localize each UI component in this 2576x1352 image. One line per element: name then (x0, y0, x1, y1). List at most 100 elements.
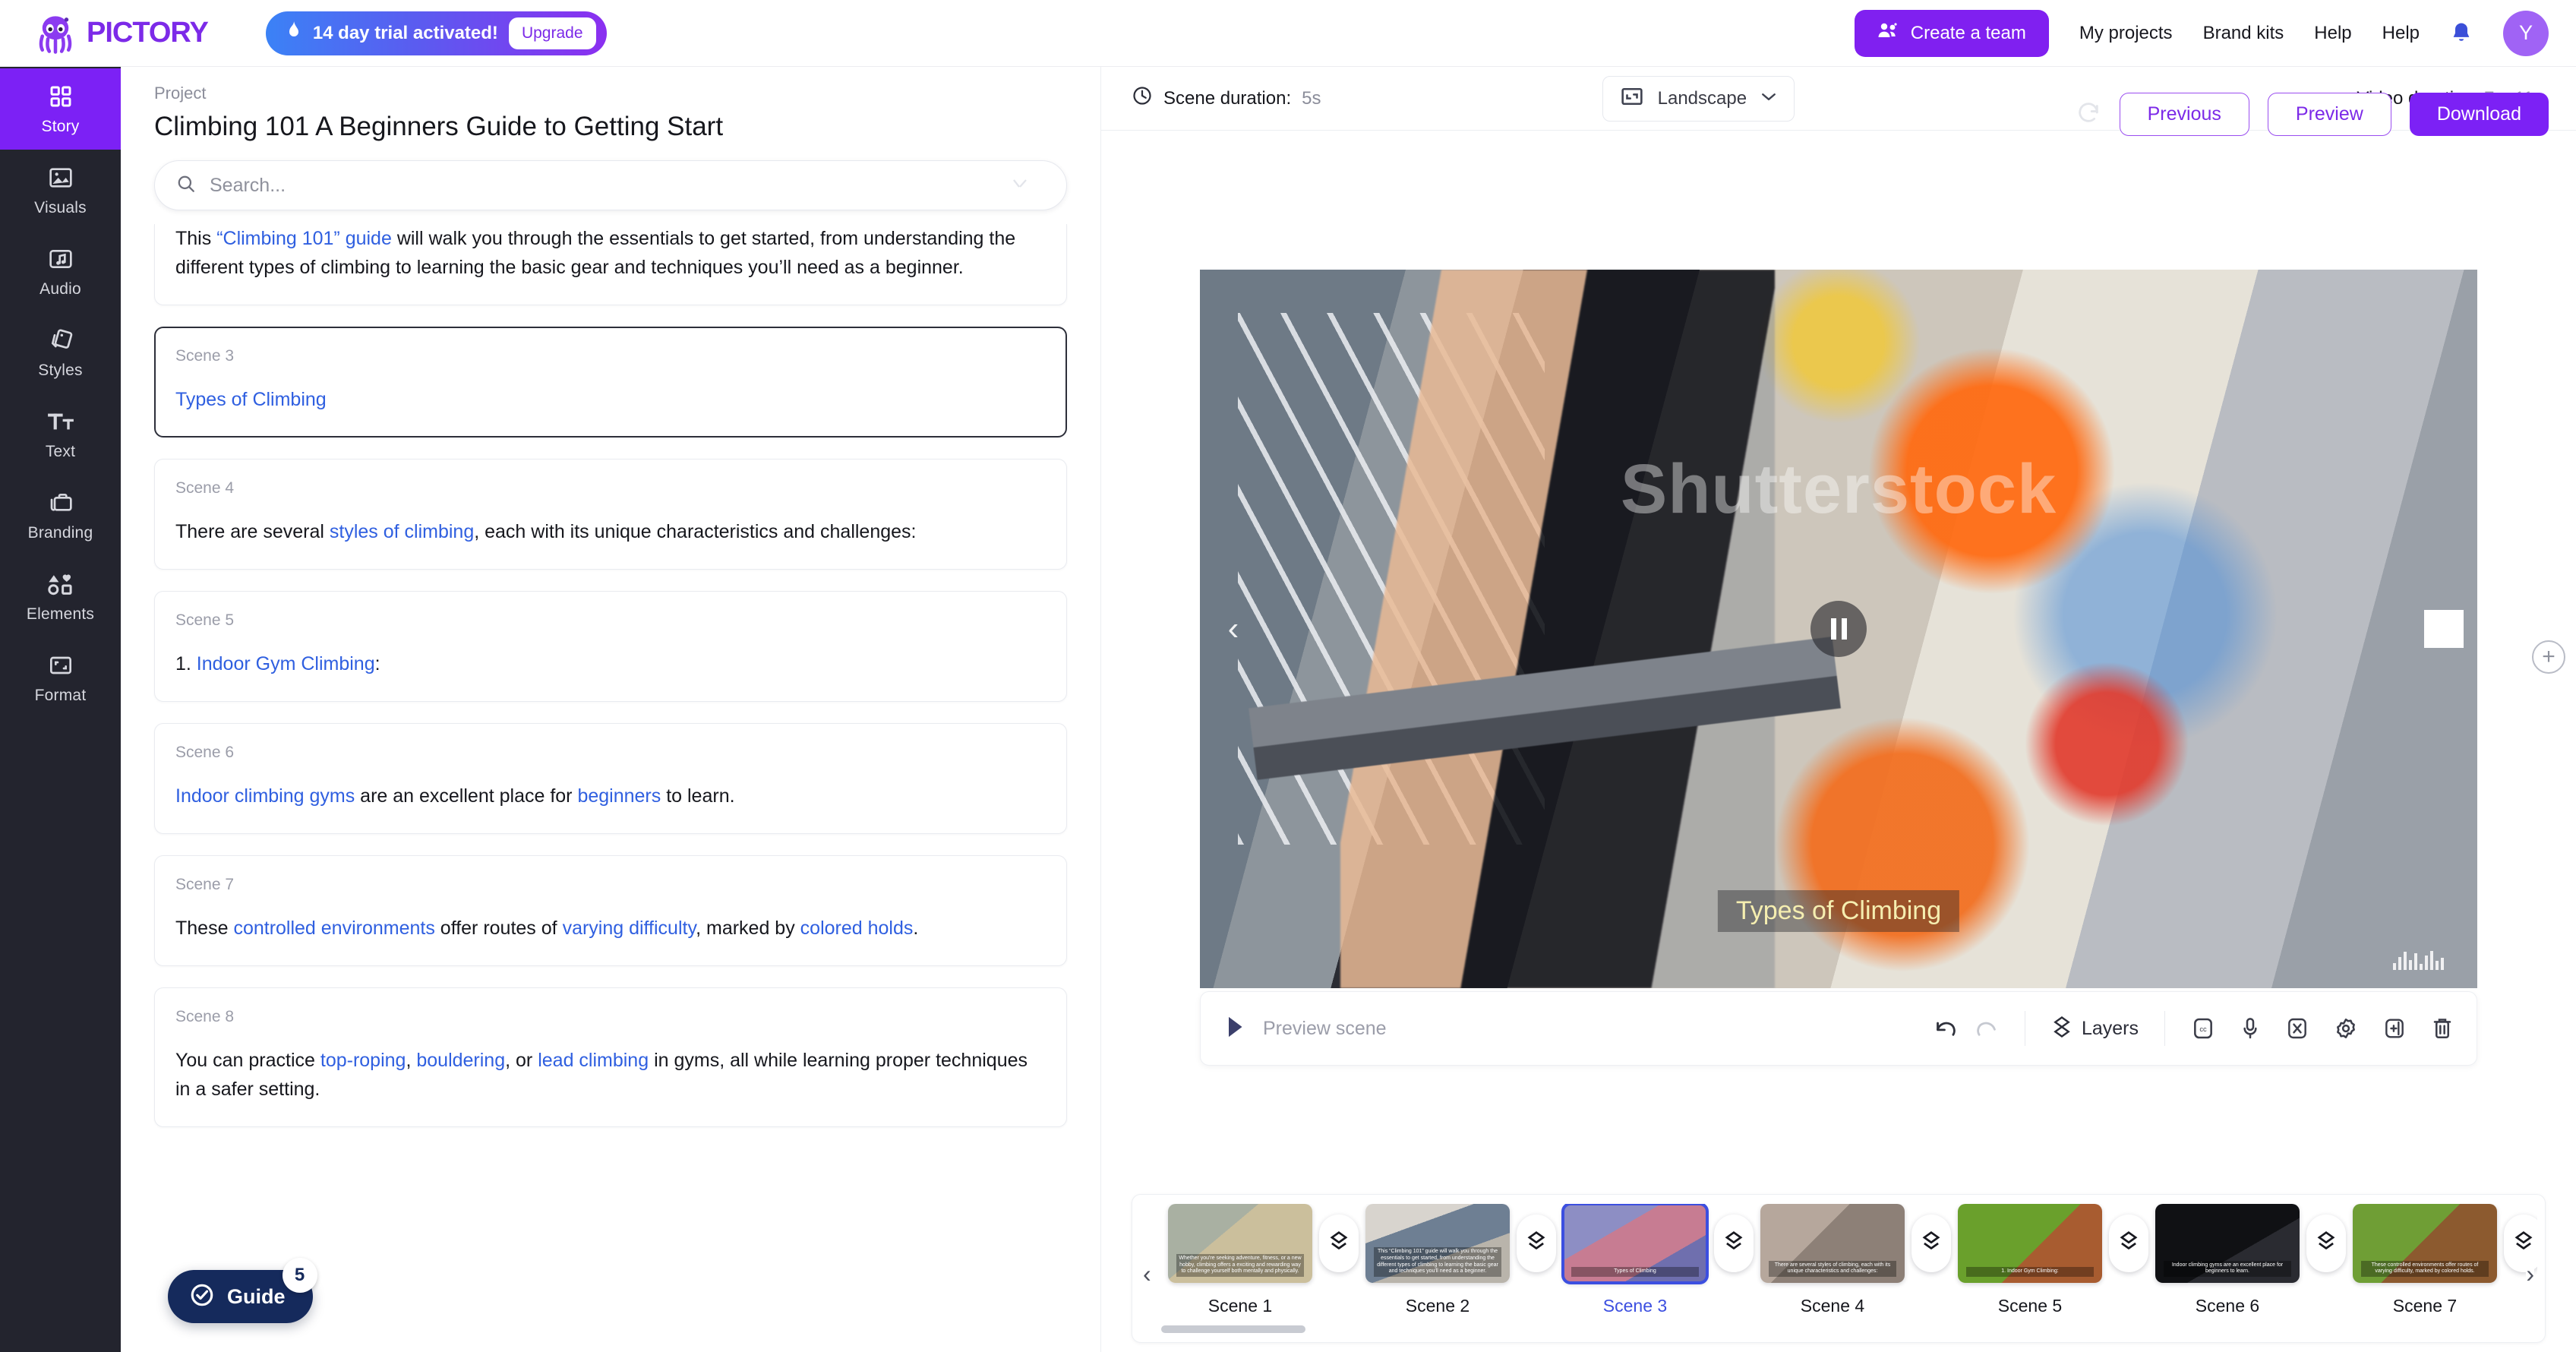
scene-text-highlight: top-roping (320, 1050, 406, 1071)
scene-card[interactable]: Scene 4 There are several styles of clim… (154, 459, 1067, 570)
rail-label-story: Story (41, 118, 80, 135)
undo-icon[interactable] (1934, 1018, 1959, 1039)
split-scene-button[interactable] (1512, 1204, 1561, 1283)
scene-thumbnail[interactable]: Indoor climbing gyms are an excellent pl… (2155, 1204, 2300, 1283)
aspect-ratio-label: Landscape (1657, 87, 1747, 109)
brand-logo[interactable]: PICTORY (33, 11, 209, 55)
scene-list[interactable]: This “Climbing 101” guide will walk you … (121, 224, 1100, 1352)
rail-item-styles[interactable]: Styles (0, 312, 121, 393)
video-preview[interactable]: Shutterstock ‹ › Types of Climbing (1200, 270, 2477, 988)
svg-text:cc: cc (2199, 1025, 2207, 1033)
scene-text-part: . (913, 918, 919, 939)
scene-card[interactable]: Scene 6 Indoor climbing gyms are an exce… (154, 723, 1067, 834)
upgrade-button[interactable]: Upgrade (508, 17, 596, 49)
scene-thumbnail[interactable]: There are several styles of climbing, ea… (1760, 1204, 1905, 1283)
scene-card[interactable]: This “Climbing 101” guide will walk you … (154, 224, 1067, 305)
timeline-prev-button[interactable]: ‹ (1143, 1260, 1151, 1288)
shapes-icon (47, 570, 74, 599)
split-scene-button[interactable] (2302, 1204, 2350, 1283)
scene-number: Scene 5 (175, 611, 235, 629)
app-body: Story Visuals Audio Styles Text Branding… (0, 67, 2576, 1352)
pause-icon[interactable] (1810, 601, 1867, 657)
frame-icon (49, 651, 73, 680)
layers-button[interactable]: Layers (2051, 1016, 2139, 1042)
scene-card[interactable]: Scene 8 You can practice top-roping, bou… (154, 987, 1067, 1127)
timeline-scene-label: Scene 1 (1208, 1296, 1273, 1316)
gear-icon[interactable] (2334, 1016, 2358, 1041)
nav-help[interactable]: Help (2314, 23, 2351, 44)
split-scene-button[interactable] (1907, 1204, 1956, 1283)
scene-number: Scene 7 (175, 876, 235, 893)
timeline-scrollbar[interactable] (1161, 1325, 2516, 1333)
timeline-scene[interactable]: This “Climbing 101” guide will walk you … (1363, 1204, 1512, 1316)
rail-item-audio[interactable]: Audio (0, 231, 121, 312)
timeline-scene-selected[interactable]: Types of Climbing Scene 3 (1561, 1204, 1709, 1316)
scissors-icon[interactable] (2285, 1016, 2309, 1041)
rail-item-format[interactable]: Format (0, 637, 121, 719)
search-box[interactable] (154, 160, 1067, 210)
microphone-icon[interactable] (2240, 1016, 2261, 1041)
scene-text-highlight: varying difficulty (562, 918, 696, 939)
preview-scene-button[interactable]: Preview scene (1226, 1016, 1387, 1042)
timeline-track[interactable]: Whether you're seeking adventure, fitnes… (1140, 1204, 2537, 1316)
timeline-scene[interactable]: Indoor climbing gyms are an excellent pl… (2153, 1204, 2302, 1316)
avatar[interactable]: Y (2503, 10, 2549, 56)
timeline-next-button[interactable]: › (2526, 1260, 2534, 1288)
toolbar-divider-2 (2164, 1011, 2165, 1046)
download-button[interactable]: Download (2409, 93, 2549, 136)
guide-button[interactable]: Guide 5 (168, 1258, 317, 1323)
rail-item-visuals[interactable]: Visuals (0, 150, 121, 231)
nav-brand-kits[interactable]: Brand kits (2203, 23, 2284, 44)
preview-button[interactable]: Preview (2267, 93, 2391, 136)
closed-caption-icon[interactable]: cc (2191, 1016, 2215, 1041)
split-scene-button[interactable] (1709, 1204, 1758, 1283)
timeline-scene[interactable]: There are several styles of climbing, ea… (1758, 1204, 1907, 1316)
scene-text-part: You can practice (175, 1050, 320, 1071)
redo-icon[interactable] (1973, 1018, 1999, 1039)
search-input[interactable] (210, 174, 998, 197)
chevron-right-icon[interactable]: › (2424, 610, 2464, 648)
scene-card[interactable]: Scene 7 These controlled environments of… (154, 855, 1067, 966)
rail-label-visuals: Visuals (34, 199, 87, 216)
rail-item-text[interactable]: Text (0, 393, 121, 475)
nav-my-projects[interactable]: My projects (2079, 23, 2173, 44)
layers-icon (2051, 1016, 2072, 1042)
scene-thumbnail[interactable]: Whether you're seeking adventure, fitnes… (1168, 1204, 1312, 1283)
create-team-button[interactable]: Create a team (1854, 9, 2049, 57)
cards-icon (49, 326, 73, 355)
timeline-scene[interactable]: These controlled environments offer rout… (2350, 1204, 2499, 1316)
rail-label-text: Text (45, 443, 76, 460)
bell-icon[interactable] (2450, 21, 2473, 46)
split-scene-icon (1714, 1215, 1754, 1272)
scene-thumbnail[interactable]: Types of Climbing (1561, 1204, 1709, 1284)
duplicate-icon[interactable] (2382, 1016, 2407, 1041)
scene-card-selected[interactable]: Scene 3 Types of Climbing (154, 327, 1067, 438)
scene-text-part: : (374, 653, 380, 674)
split-scene-button[interactable] (1315, 1204, 1363, 1283)
rail-item-story[interactable]: Story (0, 68, 121, 150)
aspect-ratio-select[interactable]: Landscape (1602, 75, 1795, 122)
collapse-icon[interactable] (1012, 177, 1042, 194)
split-scene-button[interactable] (2104, 1204, 2153, 1283)
breadcrumb: Project (154, 84, 207, 103)
chevron-left-icon[interactable]: ‹ (1214, 610, 1253, 648)
trash-icon[interactable] (2431, 1016, 2454, 1041)
nav-help-secondary[interactable]: Help (2382, 23, 2420, 44)
scene-thumbnail[interactable]: 1. Indoor Gym Climbing: (1958, 1204, 2102, 1283)
split-scene-icon (1319, 1215, 1359, 1272)
timeline-scene-label: Scene 3 (1602, 1296, 1668, 1316)
rail-item-elements[interactable]: Elements (0, 556, 121, 637)
previous-button[interactable]: Previous (2119, 93, 2249, 136)
timeline-scrollbar-thumb[interactable] (1161, 1325, 1305, 1333)
rail-item-branding[interactable]: Branding (0, 475, 121, 556)
scene-thumbnail[interactable]: This “Climbing 101” guide will walk you … (1365, 1204, 1510, 1283)
scene-number: Scene 8 (175, 1008, 235, 1025)
page-title[interactable]: Climbing 101 A Beginners Guide to Gettin… (154, 112, 853, 142)
scene-card[interactable]: Scene 5 1. Indoor Gym Climbing: (154, 591, 1067, 702)
timeline-container: ‹ › Whether you're seeking adventure, fi… (1101, 1183, 2576, 1352)
timeline-scene[interactable]: 1. Indoor Gym Climbing: Scene 5 (1956, 1204, 2104, 1316)
timeline-scene[interactable]: Whether you're seeking adventure, fitnes… (1166, 1204, 1315, 1316)
scene-duration-value: 5s (1302, 87, 1321, 109)
scene-thumbnail[interactable]: These controlled environments offer rout… (2353, 1204, 2497, 1283)
add-scene-after-button[interactable]: + (2532, 640, 2565, 674)
